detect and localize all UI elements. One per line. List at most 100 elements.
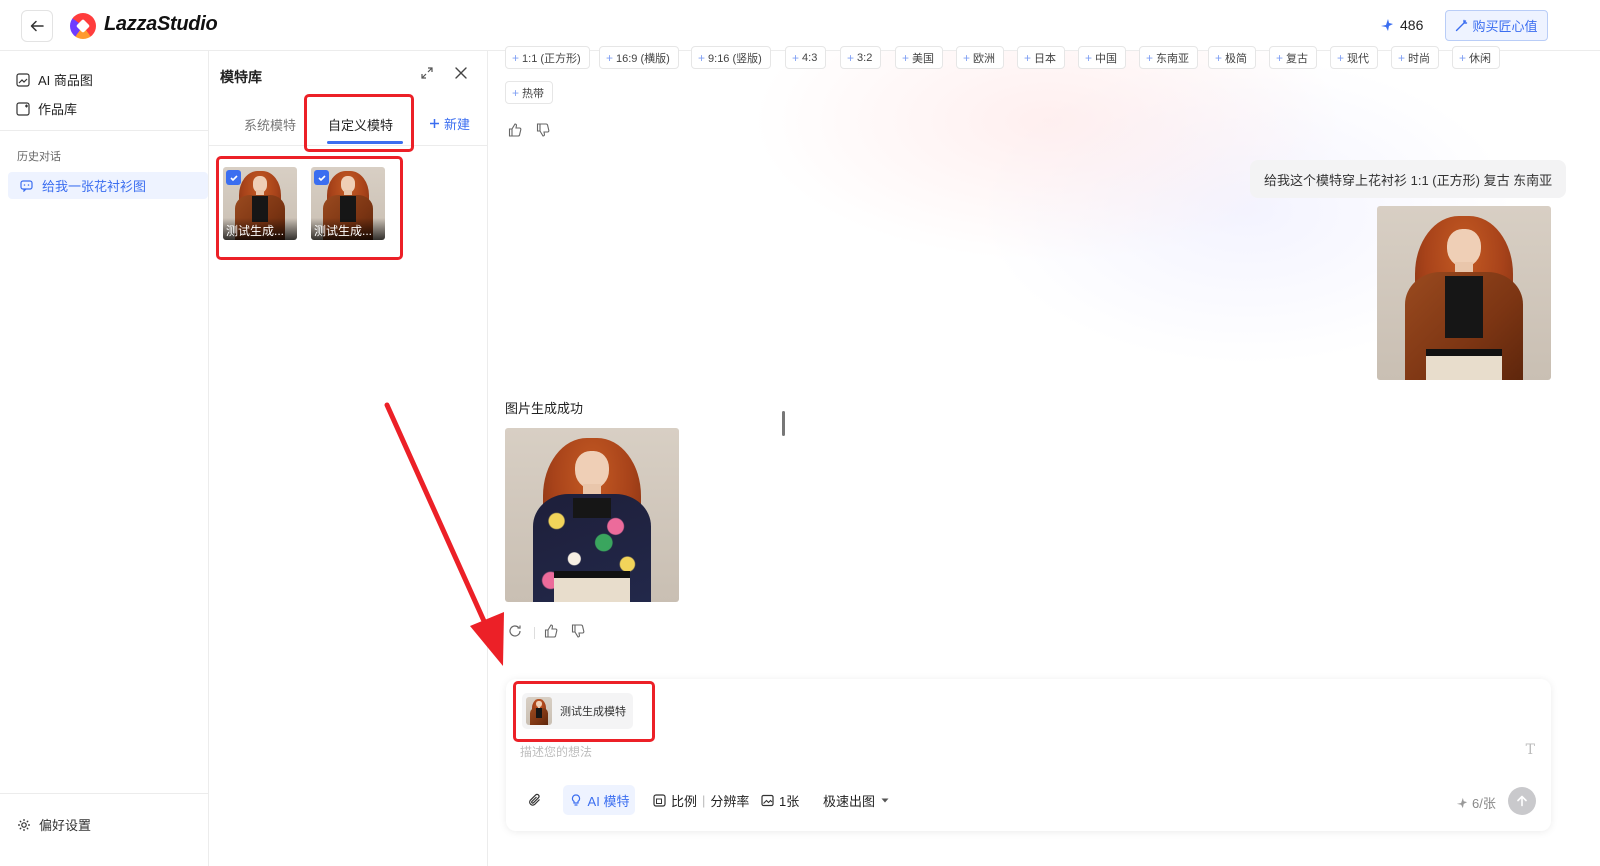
tag-chip[interactable]: + 现代: [1330, 46, 1379, 69]
tag-label: 4:3: [802, 51, 818, 64]
tag-chip[interactable]: + 美国: [895, 46, 944, 69]
model-name: 测试生成...: [223, 218, 297, 240]
prompt-input[interactable]: 描述您的想法: [520, 743, 592, 760]
tag-chip[interactable]: + 中国: [1078, 46, 1127, 69]
model-card[interactable]: 测试生成...: [223, 167, 297, 240]
preferences-button[interactable]: 偏好设置: [17, 815, 91, 834]
model-card[interactable]: 测试生成...: [311, 167, 385, 240]
regenerate-button[interactable]: [508, 624, 522, 638]
dislike-button[interactable]: [571, 624, 585, 638]
bot-message: 图片生成成功: [505, 401, 584, 416]
model-checkbox[interactable]: [226, 170, 241, 185]
attach-button[interactable]: [528, 785, 542, 815]
tag-label: 日本: [1034, 52, 1057, 65]
attached-model-name: 测试生成模特: [560, 706, 626, 718]
tag-label: 美国: [912, 52, 935, 65]
logo-icon: [70, 13, 96, 39]
tag-chip[interactable]: + 欧洲: [956, 46, 1005, 69]
ratio-resolution-button[interactable]: 比例 | 分辨率: [653, 785, 749, 815]
tag-label: 中国: [1095, 52, 1118, 65]
back-button[interactable]: [21, 10, 53, 42]
divider: [534, 627, 535, 639]
prompt-composer: 测试生成模特 描述您的想法 T AI 模特 比例 | 分辨率 1张 极速出图 6…: [506, 679, 1551, 831]
send-button[interactable]: [1508, 787, 1536, 815]
ai-image-icon: [16, 72, 30, 87]
divider: [0, 130, 208, 131]
ai-model-button[interactable]: AI 模特: [563, 785, 635, 815]
gallery-icon: [16, 101, 30, 116]
generated-image[interactable]: [505, 428, 679, 602]
image-count-button[interactable]: 1张: [761, 785, 799, 815]
sidebar-item-ai-product-image[interactable]: AI 商品图: [16, 70, 93, 89]
tag-chip[interactable]: +4:3: [785, 46, 827, 69]
tag-chip[interactable]: + 东南亚: [1139, 46, 1199, 69]
cost-per-image: 6/张: [1456, 793, 1496, 812]
tag-chip[interactable]: +16:9 (横版): [599, 46, 679, 69]
credits-display: 486: [1380, 17, 1423, 33]
speed-mode-select[interactable]: 极速出图: [823, 785, 890, 815]
gear-icon: [18, 818, 30, 831]
dislike-button[interactable]: [536, 123, 550, 137]
tag-label: 欧洲: [973, 52, 996, 65]
buy-credits-button[interactable]: 购买匠心值: [1445, 10, 1548, 41]
resolution-label: 分辨率: [710, 793, 750, 809]
sidebar-item-gallery[interactable]: 作品库: [16, 99, 77, 118]
tag-chip[interactable]: +3:2: [840, 46, 882, 69]
tag-label: 3:2: [857, 51, 873, 64]
image-count-label: 1张: [779, 793, 800, 809]
user-message: 给我这个模特穿上花衬衫 1:1 (正方形) 复古 东南亚: [1250, 160, 1567, 198]
close-button[interactable]: [454, 66, 468, 83]
checkmark-icon: [229, 174, 238, 181]
sparkle-icon: [1456, 797, 1468, 808]
tag-label: 16:9 (横版): [616, 52, 670, 65]
tag-label: 热带: [522, 87, 545, 100]
divider: [209, 145, 487, 146]
model-checkbox[interactable]: [314, 170, 329, 185]
close-icon: [455, 67, 467, 79]
tab-custom-models[interactable]: 自定义模特: [328, 115, 393, 134]
like-button[interactable]: [544, 624, 558, 638]
thumbs-down-icon: [571, 624, 585, 638]
tag-label: 9:16 (竖版): [708, 52, 762, 65]
tag-chip[interactable]: + 休闲: [1452, 46, 1501, 69]
history-item[interactable]: 给我一张花衬衫图: [8, 172, 208, 199]
text-format-icon[interactable]: T: [1526, 742, 1535, 758]
panel-title: 模特库: [220, 69, 262, 85]
model-name: 测试生成...: [311, 218, 385, 240]
speed-mode-label: 极速出图: [823, 793, 876, 809]
tag-chip[interactable]: + 日本: [1017, 46, 1066, 69]
expand-button[interactable]: [420, 66, 434, 83]
separator: |: [702, 792, 706, 808]
tag-chip[interactable]: + 热带: [505, 81, 554, 104]
reference-model-image[interactable]: [1377, 206, 1551, 380]
chat-area: +1:1 (正方形) +16:9 (横版) +9:16 (竖版) +4:3 +3…: [488, 46, 1600, 866]
history-section-title: 历史对话: [17, 151, 61, 163]
scroll-handle[interactable]: [782, 411, 785, 436]
tag-label: 东南亚: [1156, 52, 1190, 65]
refresh-icon: [509, 625, 521, 637]
new-model-label: 新建: [444, 117, 471, 132]
sparkle-icon: [1381, 19, 1393, 31]
credits-count: 486: [1400, 17, 1424, 33]
tag-chip[interactable]: + 复古: [1269, 46, 1318, 69]
attached-model-chip[interactable]: 测试生成模特: [522, 693, 633, 729]
image-icon: [761, 794, 774, 806]
app-name: LazzaStudio: [104, 13, 218, 35]
tab-system-models[interactable]: 系统模特: [244, 115, 296, 134]
tag-label: 复古: [1286, 52, 1309, 65]
top-bar: LazzaStudio 486 购买匠心值: [0, 0, 1600, 51]
new-model-button[interactable]: 新建: [429, 114, 470, 133]
sidebar: AI 商品图 作品库 历史对话 给我一张花衬衫图 偏好设置: [0, 51, 209, 866]
model-library-panel: 模特库 系统模特 自定义模特 新建 测试生成... 测试生成...: [209, 51, 488, 866]
tag-label: 极简: [1225, 52, 1248, 65]
like-button[interactable]: [508, 123, 522, 137]
active-tab-indicator: [327, 141, 403, 144]
tag-chip[interactable]: +9:16 (竖版): [691, 46, 771, 69]
preferences-label: 偏好设置: [39, 818, 92, 833]
tag-chip[interactable]: +1:1 (正方形): [505, 46, 590, 69]
tag-chip[interactable]: + 极简: [1208, 46, 1257, 69]
tag-chip[interactable]: + 时尚: [1391, 46, 1440, 69]
aspect-ratio-icon: [653, 793, 666, 807]
tag-label: 现代: [1347, 52, 1370, 65]
magic-wand-icon: [1456, 19, 1468, 32]
